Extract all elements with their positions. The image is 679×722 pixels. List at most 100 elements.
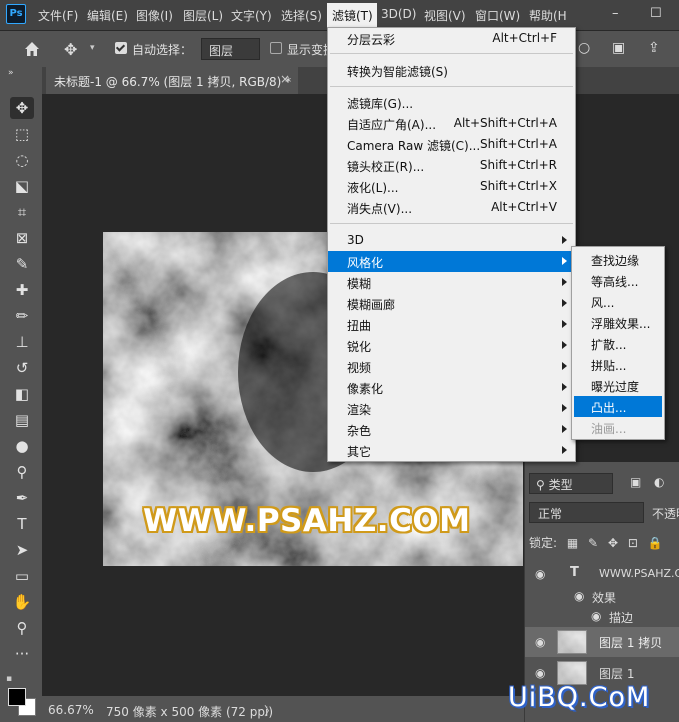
blend-mode-dropdown[interactable]: 正常 <box>529 502 644 523</box>
marquee-tool-icon[interactable]: ⬚ <box>10 123 34 145</box>
menu-item-3d[interactable]: 3D <box>328 230 575 251</box>
menu-item-other[interactable]: 其它 <box>328 440 575 461</box>
visibility-eye-icon[interactable]: ◉ <box>574 589 584 603</box>
quick-select-tool-icon[interactable]: ⬕ <box>10 175 34 197</box>
dodge-tool-icon[interactable]: ⚲ <box>10 461 34 483</box>
menu-item-smart-filter[interactable]: 转换为智能滤镜(S) <box>328 60 575 81</box>
document-size-info: 750 像素 x 500 像素 (72 ppi) <box>106 705 273 719</box>
rectangle-tool-icon[interactable]: ▭ <box>10 565 34 587</box>
lock-artboard-icon[interactable]: ⊡ <box>628 536 638 550</box>
menu-item-wind[interactable]: 风... <box>572 291 664 312</box>
zoom-level-field[interactable]: 66.67% <box>48 703 94 717</box>
menu-item-liquify[interactable]: 液化(L)... Shift+Ctrl+X <box>328 176 575 197</box>
menu-select[interactable]: 选择(S) <box>281 7 322 23</box>
menu-3d[interactable]: 3D(D) <box>381 7 416 23</box>
adjustment-filter-icon[interactable]: ◐ <box>654 475 664 489</box>
menu-item-pixelate[interactable]: 像素化 <box>328 377 575 398</box>
layer-effect-stroke-row[interactable]: ◉ 描边 <box>525 606 679 626</box>
menu-separator <box>330 86 573 87</box>
menu-file[interactable]: 文件(F) <box>38 7 78 23</box>
menu-item-contour[interactable]: 等高线... <box>572 270 664 291</box>
eyedropper-tool-icon[interactable]: ✎ <box>10 253 34 275</box>
auto-select-target-dropdown[interactable]: 图层 <box>201 38 260 60</box>
menu-item-find-edges[interactable]: 查找边缘 <box>572 249 664 270</box>
menu-item-diffuse[interactable]: 扩散... <box>572 333 664 354</box>
menu-edit[interactable]: 编辑(E) <box>87 7 128 23</box>
menu-item-adaptive-wide-angle[interactable]: 自适应广角(A)... Alt+Shift+Ctrl+A <box>328 113 575 134</box>
lock-transparent-icon[interactable]: ▦ <box>567 536 578 550</box>
menu-window[interactable]: 窗口(W) <box>475 7 520 23</box>
menu-item-clouds[interactable]: 分层云彩 Alt+Ctrl+F <box>328 28 575 49</box>
menu-item-tiles[interactable]: 拼贴... <box>572 354 664 375</box>
share-icon[interactable]: ⇪ <box>648 40 660 56</box>
menu-item-blur[interactable]: 模糊 <box>328 272 575 293</box>
menu-layer[interactable]: 图层(L) <box>183 7 223 23</box>
image-filter-icon[interactable]: ▣ <box>630 475 641 489</box>
show-transform-checkbox[interactable] <box>270 42 282 54</box>
layer-effects-row[interactable]: ◉ 效果 <box>525 586 679 606</box>
blur-tool-icon[interactable]: ● <box>10 435 34 457</box>
home-icon[interactable] <box>22 39 42 59</box>
workspace-icon[interactable]: ▣ <box>612 40 625 56</box>
menu-item-vanishing-point[interactable]: 消失点(V)... Alt+Ctrl+V <box>328 197 575 218</box>
visibility-eye-icon[interactable]: ◉ <box>591 609 601 623</box>
layer-row-selected[interactable]: ◉ 图层 1 拷贝 <box>525 627 679 657</box>
menu-view[interactable]: 视图(V) <box>424 7 466 23</box>
photoshop-logo-icon[interactable]: Ps <box>6 4 26 24</box>
menu-item-stylize[interactable]: 风格化 <box>328 251 575 272</box>
clone-stamp-tool-icon[interactable]: ⊥ <box>10 331 34 353</box>
layer-filter-dropdown[interactable]: ⚲ 类型 <box>529 473 613 494</box>
menu-item-distort[interactable]: 扭曲 <box>328 314 575 335</box>
lock-all-icon[interactable]: 🔒 <box>648 536 663 550</box>
collapse-panel-icon[interactable]: » <box>8 68 14 78</box>
move-tool-icon[interactable]: ✥ <box>10 97 34 119</box>
search-icon[interactable]: ○ <box>578 40 590 56</box>
menu-type[interactable]: 文字(Y) <box>231 7 272 23</box>
menu-item-sharpen[interactable]: 锐化 <box>328 335 575 356</box>
minimize-button[interactable]: – <box>612 6 619 21</box>
menu-separator <box>330 223 573 224</box>
menu-item-camera-raw[interactable]: Camera Raw 滤镜(C)... Shift+Ctrl+A <box>328 134 575 155</box>
menu-image[interactable]: 图像(I) <box>136 7 173 23</box>
lock-image-icon[interactable]: ✎ <box>588 536 598 550</box>
menu-item-extrude[interactable]: 凸出... <box>574 396 662 417</box>
site-watermark-logo: UiBQ.CoM <box>508 682 651 713</box>
menu-item-lens-correction[interactable]: 镜头校正(R)... Shift+Ctrl+R <box>328 155 575 176</box>
zoom-tool-icon[interactable]: ⚲ <box>10 617 34 639</box>
visibility-eye-icon[interactable]: ◉ <box>535 666 545 680</box>
menu-item-emboss[interactable]: 浮雕效果... <box>572 312 664 333</box>
more-tools-icon[interactable]: ··· <box>10 643 34 665</box>
crop-tool-icon[interactable]: ⌗ <box>10 201 34 223</box>
gradient-tool-icon[interactable]: ▤ <box>10 409 34 431</box>
visibility-eye-icon[interactable]: ◉ <box>535 567 545 581</box>
menu-item-render[interactable]: 渲染 <box>328 398 575 419</box>
menu-item-video[interactable]: 视频 <box>328 356 575 377</box>
visibility-eye-icon[interactable]: ◉ <box>535 635 545 649</box>
lasso-tool-icon[interactable]: ◌ <box>10 149 34 171</box>
pen-tool-icon[interactable]: ✒ <box>10 487 34 509</box>
submenu-arrow-icon <box>562 320 567 328</box>
maximize-button[interactable]: ☐ <box>650 6 662 21</box>
menu-item-noise[interactable]: 杂色 <box>328 419 575 440</box>
close-icon[interactable]: × <box>280 72 290 86</box>
path-selection-tool-icon[interactable]: ➤ <box>10 539 34 561</box>
chevron-down-icon[interactable]: ▾ <box>90 43 95 53</box>
auto-select-checkbox[interactable] <box>115 42 127 54</box>
eraser-tool-icon[interactable]: ◧ <box>10 383 34 405</box>
move-tool-icon[interactable]: ✥ <box>64 40 77 59</box>
lock-position-icon[interactable]: ✥ <box>608 536 618 550</box>
type-tool-icon[interactable]: T <box>10 513 34 535</box>
history-brush-tool-icon[interactable]: ↺ <box>10 357 34 379</box>
hand-tool-icon[interactable]: ✋ <box>10 591 34 613</box>
foreground-color-swatch[interactable] <box>8 688 26 706</box>
brush-tool-icon[interactable]: ✏ <box>10 305 34 327</box>
status-menu-arrow-icon[interactable]: 〉 <box>264 702 276 719</box>
menu-item-filter-gallery[interactable]: 滤镜库(G)... <box>328 92 575 113</box>
menu-item-solarize[interactable]: 曝光过度 <box>572 375 664 396</box>
menu-item-blur-gallery[interactable]: 模糊画廊 <box>328 293 575 314</box>
menu-help[interactable]: 帮助(H <box>529 7 567 23</box>
default-colors-icon[interactable]: ▪ <box>6 674 12 684</box>
healing-brush-tool-icon[interactable]: ✚ <box>10 279 34 301</box>
menu-filter[interactable]: 滤镜(T) <box>327 3 377 27</box>
frame-tool-icon[interactable]: ⊠ <box>10 227 34 249</box>
